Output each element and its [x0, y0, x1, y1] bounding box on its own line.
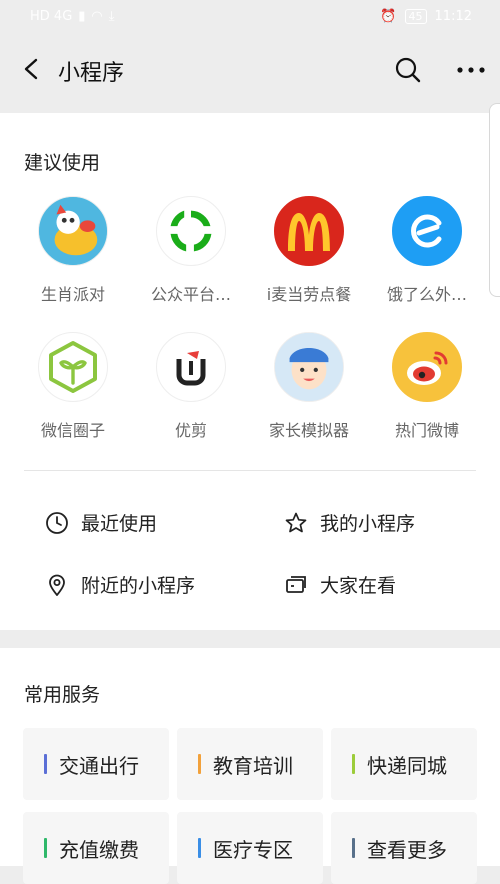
service-accent-bar [352, 838, 355, 858]
weibo-icon [392, 332, 462, 402]
service-accent-bar [198, 754, 201, 774]
status-left: HD 4G ▮ ◠ ⤓ [30, 9, 115, 24]
service-medical[interactable]: 医疗专区 [177, 812, 323, 884]
star-icon [285, 512, 307, 532]
service-recharge[interactable]: 充值缴费 [23, 812, 169, 884]
service-accent-bar [198, 838, 201, 858]
service-accent-bar [44, 754, 47, 774]
app-label: 热门微博 [394, 421, 459, 440]
common-services-section: 常用服务 交通出行 教育培训 快递同城 充值缴费 医疗专区 查看更多 [0, 648, 500, 884]
battery-level: 45 [404, 9, 427, 24]
service-label: 充值缴费 [59, 837, 139, 862]
status-right: ⏰ 45 11:12 [380, 9, 472, 24]
section-divider [24, 470, 476, 471]
status-time: 11:12 [434, 9, 472, 24]
app-label: 优剪 [174, 421, 207, 440]
wechat-circle-icon [38, 332, 108, 402]
public-platform-icon [156, 196, 226, 266]
signal-icon: ▮ [78, 9, 86, 24]
service-education[interactable]: 教育培训 [177, 728, 323, 800]
youjian-icon [156, 332, 226, 402]
service-label: 交通出行 [59, 753, 139, 778]
wifi-icon: ◠ [91, 9, 103, 24]
nav-bar: 小程序 [0, 36, 500, 104]
service-label: 查看更多 [367, 837, 447, 862]
eleme-icon [392, 196, 462, 266]
quick-link-watching[interactable]: 大家在看 [284, 571, 396, 598]
quick-link-label: 附近的小程序 [81, 575, 196, 597]
app-label: 生肖派对 [40, 285, 105, 304]
quick-link-nearby[interactable]: 附近的小程序 [45, 571, 195, 598]
more-options-icon[interactable] [455, 54, 487, 86]
app-label: 微信圈子 [40, 421, 105, 440]
app-label: 家长模拟器 [268, 421, 349, 440]
app-label: 公众平台… [150, 285, 231, 304]
mcdonalds-icon [274, 196, 344, 266]
clock-icon [46, 511, 68, 534]
service-label: 医疗专区 [213, 837, 293, 862]
app-item-eleme[interactable]: 饿了么外… [368, 196, 486, 305]
network-label: HD 4G [30, 9, 73, 24]
service-express[interactable]: 快递同城 [331, 728, 477, 800]
app-item-public-platform[interactable]: 公众平台… [132, 196, 250, 305]
status-bar: HD 4G ▮ ◠ ⤓ ⏰ 45 11:12 [0, 0, 500, 36]
service-accent-bar [352, 754, 355, 774]
service-label: 教育培训 [213, 753, 293, 778]
service-label: 快递同城 [367, 753, 447, 778]
app-item-zodiac-party[interactable]: 生肖派对 [14, 196, 132, 305]
back-arrow-icon[interactable] [18, 54, 46, 84]
search-icon[interactable] [392, 54, 424, 86]
quick-link-my-miniprograms[interactable]: 我的小程序 [284, 509, 415, 536]
suggested-title: 建议使用 [24, 152, 101, 174]
app-label: 饿了么外… [386, 285, 467, 304]
service-transport[interactable]: 交通出行 [23, 728, 169, 800]
location-pin-icon [49, 574, 65, 596]
side-drawer-handle[interactable] [489, 103, 500, 297]
download-icon: ⤓ [108, 9, 115, 24]
quick-link-recent[interactable]: 最近使用 [45, 509, 157, 536]
services-title: 常用服务 [24, 684, 101, 706]
quick-link-label: 最近使用 [81, 513, 158, 535]
alarm-icon: ⏰ [380, 9, 397, 24]
service-more[interactable]: 查看更多 [331, 812, 477, 884]
service-accent-bar [44, 838, 47, 858]
suggested-section: 建议使用 生肖派对 公众平台… i麦当劳点餐 饿了么外… 微信圈子 优剪 家长模… [0, 113, 500, 630]
quick-link-label: 大家在看 [320, 575, 397, 597]
app-item-parent-simulator[interactable]: 家长模拟器 [250, 332, 368, 441]
app-item-mcdonalds[interactable]: i麦当劳点餐 [250, 196, 368, 305]
app-item-youjian[interactable]: 优剪 [132, 332, 250, 441]
parent-simulator-icon [274, 332, 344, 402]
zodiac-party-icon [38, 196, 108, 266]
quick-link-label: 我的小程序 [320, 513, 416, 535]
page-title: 小程序 [58, 61, 125, 86]
app-item-weibo[interactable]: 热门微博 [368, 332, 486, 441]
app-item-wechat-circle[interactable]: 微信圈子 [14, 332, 132, 441]
app-label: i麦当劳点餐 [266, 285, 352, 304]
watching-icon [286, 575, 306, 593]
